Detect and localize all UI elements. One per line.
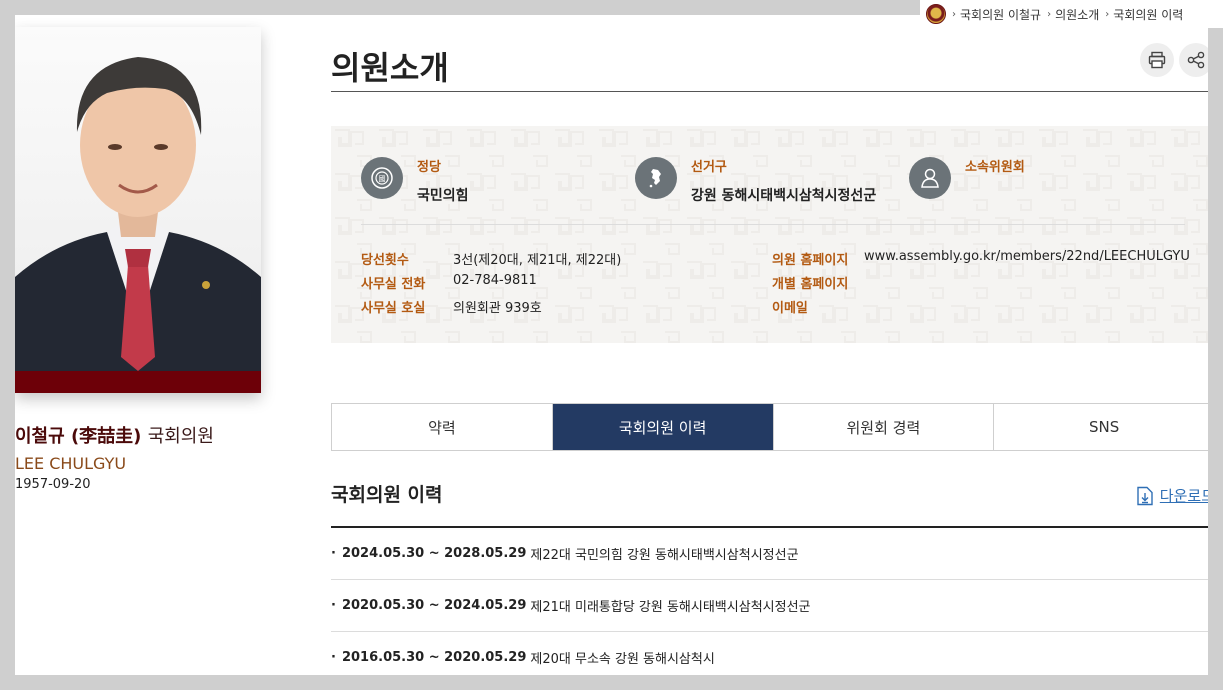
chevron-right-icon: › [952, 8, 956, 20]
print-icon [1148, 51, 1166, 69]
profile-name-block: 이철규 (李喆圭) 국회의원 LEE CHULGYU 1957-09-20 [15, 422, 295, 492]
member-birthdate: 1957-09-20 [15, 477, 91, 492]
history-item: · 2024.05.30 ~ 2028.05.29 제22대 국민의힘 강원 동해시… [331, 528, 1208, 580]
page-title: 의원소개 [331, 49, 449, 87]
title-divider [331, 91, 1208, 92]
party-value: 국민의힘 [417, 188, 469, 204]
tab-bar: 약력 국회의원 이력 위원회 경력 SNS [331, 403, 1208, 451]
member-name: 이철규 (李喆圭) 국회의원 [15, 426, 214, 447]
download-button[interactable]: 다운로드 [1136, 485, 1208, 506]
homepage-link[interactable]: www.assembly.go.kr/members/22nd/LEECHULG… [864, 249, 1190, 268]
info-committee: 소속위원회 [909, 156, 1025, 199]
chevron-right-icon: › [1105, 8, 1110, 20]
share-button[interactable] [1179, 43, 1208, 77]
info-row-email: 이메일 [772, 301, 808, 316]
breadcrumb-item-member[interactable]: › 국회의원 이철규 [952, 6, 1041, 23]
member-info-box: 國 정당 국민의힘 선거구 강원 동해시태백시삼척시정선군 소속위원회 당선횟수… [331, 126, 1208, 343]
committee-label: 소속위원회 [965, 160, 1025, 175]
section-title: 국회의원 이력 [331, 484, 443, 506]
history-item: · 2020.05.30 ~ 2024.05.29 제21대 미래통합당 강원 동해… [331, 580, 1208, 632]
member-photo [15, 27, 261, 393]
party-emblem-icon: 國 [361, 157, 403, 199]
share-icon [1187, 51, 1205, 69]
member-name-english: LEE CHULGYU [15, 454, 127, 473]
district-value: 강원 동해시태백시삼척시정선군 [691, 188, 877, 204]
tab-sns[interactable]: SNS [994, 404, 1208, 450]
page-container: 이철규 (李喆圭) 국회의원 LEE CHULGYU 1957-09-20 의원… [15, 15, 1208, 675]
district-map-icon [635, 157, 677, 199]
info-row-terms: 당선횟수 3선(제20대, 제21대, 제22대) [361, 253, 622, 268]
history-item: · 2016.05.30 ~ 2020.05.29 제20대 무소속 강원 동해시삼… [331, 632, 1208, 675]
person-icon [909, 157, 951, 199]
breadcrumb: › 국회의원 이철규 › 의원소개 › 국회의원 이력 [920, 0, 1223, 28]
breadcrumb-item-intro[interactable]: › 의원소개 [1047, 6, 1099, 23]
district-label: 선거구 [691, 160, 727, 175]
tab-committee-career[interactable]: 위원회 경력 [773, 404, 995, 450]
info-row-office: 사무실 호실 의원회관 939호 [361, 301, 542, 316]
info-row-personal-homepage: 개별 홈페이지 [772, 277, 849, 292]
download-label: 다운로드 [1159, 487, 1208, 505]
info-party: 國 정당 국민의힘 [361, 156, 469, 205]
chevron-right-icon: › [1047, 8, 1052, 20]
info-district: 선거구 강원 동해시태백시삼척시정선군 [635, 156, 876, 205]
svg-text:國: 國 [379, 175, 386, 183]
tab-biography[interactable]: 약력 [332, 404, 553, 450]
info-row-phone: 사무실 전화 02-784-9811 [361, 273, 537, 292]
info-row-homepage: 의원 홈페이지 www.assembly.go.kr/members/22nd/L… [772, 249, 1190, 268]
print-button[interactable] [1140, 43, 1174, 77]
breadcrumb-item-history[interactable]: › 국회의원 이력 [1105, 6, 1183, 23]
tab-member-history[interactable]: 국회의원 이력 [552, 404, 774, 450]
info-divider [361, 224, 1185, 225]
assembly-seal-icon [926, 4, 946, 24]
party-label: 정당 [417, 160, 441, 175]
download-file-icon [1137, 486, 1153, 505]
